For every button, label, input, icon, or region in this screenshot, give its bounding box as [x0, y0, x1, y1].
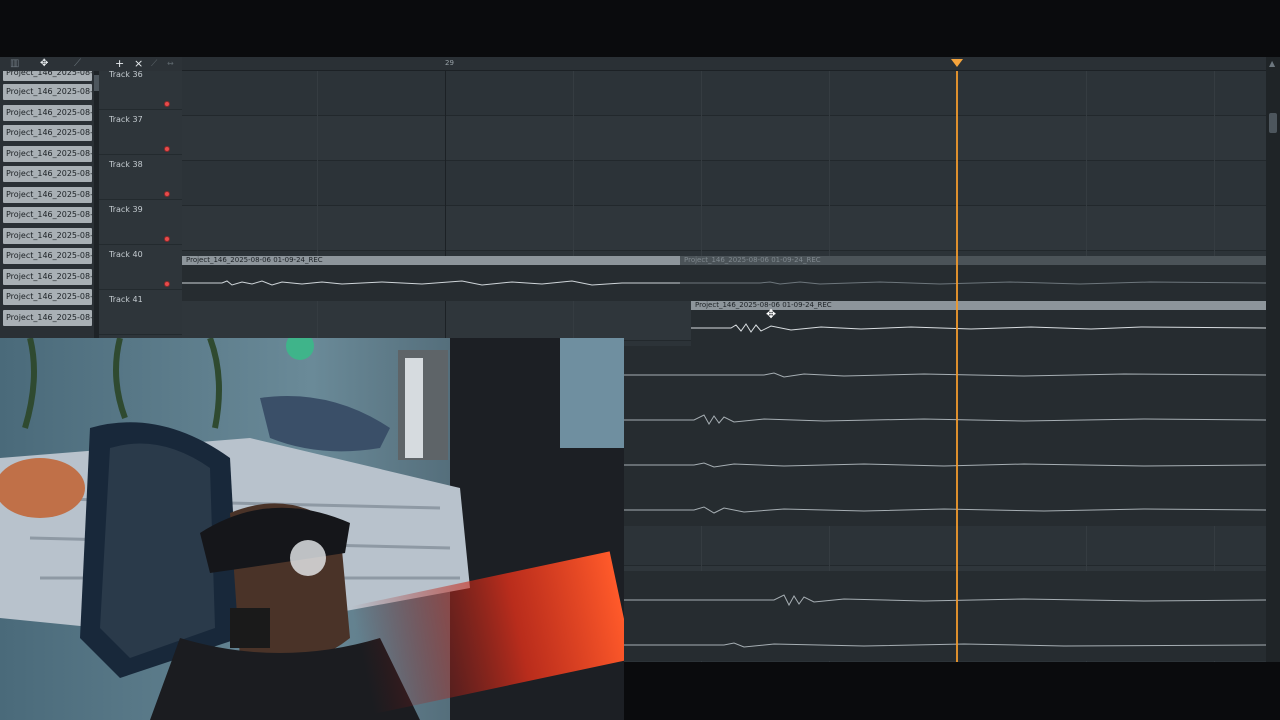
pencil-icon[interactable]: ⟋: [74, 58, 81, 70]
track-name: Track 41: [109, 295, 143, 304]
record-arm-icon[interactable]: [164, 281, 170, 287]
waveform: [182, 280, 680, 286]
browser-clip-item[interactable]: Project_146_2025-08-06_: [3, 187, 92, 203]
add-track-button[interactable]: +: [115, 57, 124, 71]
browser-clip-item[interactable]: Project_146_2025-08-06_: [3, 71, 92, 81]
browser-clip-item[interactable]: Project_146_2025-08-06_: [3, 310, 92, 326]
track-lane[interactable]: [182, 206, 1266, 251]
top-letterbox: [0, 0, 1280, 57]
audio-clip-ghost[interactable]: Project_146_2025-08-06 01-09-24_REC: [680, 256, 1266, 301]
waveform: [691, 323, 1266, 333]
audio-clip[interactable]: [624, 481, 1266, 526]
scroll-up-icon[interactable]: ▲: [1269, 59, 1275, 68]
timeline-ruler[interactable]: 29: [182, 57, 1266, 71]
browser-clip-item[interactable]: Project_146_2025-08-06_: [3, 207, 92, 223]
audio-clip[interactable]: [624, 391, 1266, 436]
waveform: [680, 281, 1266, 285]
clip-title: Project_146_2025-08-06 01-09-24_REC: [182, 256, 680, 265]
track-name: Track 40: [109, 250, 143, 259]
playhead-marker-icon[interactable]: [951, 59, 963, 67]
browser-clip-item[interactable]: Project_146_2025-08-06_: [3, 269, 92, 285]
track-header[interactable]: Track 40: [99, 245, 182, 290]
scroll-thumb[interactable]: [1269, 113, 1277, 133]
audio-clip[interactable]: [624, 571, 1266, 616]
waveform: [624, 642, 1266, 648]
webcam-feed-image: [0, 338, 624, 720]
bar-number-label: 29: [445, 59, 454, 67]
clip-title: Project_146_2025-08-06 01-09-24_REC: [680, 256, 1266, 265]
track-headers: Track 36 Track 37 Track 38 Track 39 Trac…: [99, 71, 182, 338]
track-name: Track 39: [109, 205, 143, 214]
waveform: [624, 372, 1266, 378]
record-arm-icon[interactable]: [164, 101, 170, 107]
record-arm-icon[interactable]: [164, 191, 170, 197]
record-arm-icon[interactable]: [164, 236, 170, 242]
screen: ▥ ✥ ⟋ Project_146_2025-08-06_ Project_14…: [0, 0, 1280, 720]
record-arm-icon[interactable]: [164, 146, 170, 152]
audio-clip[interactable]: [624, 346, 1266, 391]
browser-clip-item[interactable]: Project_146_2025-08-06_: [3, 125, 92, 141]
waveform: [624, 506, 1266, 514]
waveform: [624, 414, 1266, 425]
browser-clip-item[interactable]: Project_146_2025-08-06_: [3, 248, 92, 264]
playlist-toolbar: + × ⟋ ↔: [99, 57, 182, 71]
track-lane[interactable]: [182, 71, 1266, 116]
track-name: Track 36: [109, 71, 143, 79]
browser-clip-item[interactable]: Project_146_2025-08-06_: [3, 84, 92, 100]
clip-title: Project_146_2025-08-06 01-09-24_REC: [691, 301, 1266, 310]
folder-icon[interactable]: ▥: [10, 58, 19, 70]
pencil-icon[interactable]: ⟋: [151, 57, 157, 71]
track-header[interactable]: Track 36: [99, 71, 182, 110]
track-header[interactable]: Track 37: [99, 110, 182, 155]
audio-clip[interactable]: [624, 616, 1266, 661]
audio-clip[interactable]: Project_146_2025-08-06 01-09-24_REC: [182, 256, 680, 301]
audio-clip[interactable]: Project_146_2025-08-06 01-09-24_REC: [691, 301, 1266, 346]
arrows-icon[interactable]: ↔: [167, 57, 174, 71]
track-name: Track 38: [109, 160, 143, 169]
playhead-line[interactable]: [956, 71, 958, 662]
track-lane[interactable]: [182, 116, 1266, 161]
audio-clip[interactable]: [624, 436, 1266, 481]
track-header[interactable]: Track 38: [99, 155, 182, 200]
webcam-overlay: [0, 338, 624, 720]
mouse-cursor-icon: ✥: [766, 307, 777, 321]
browser-clip-item[interactable]: Project_146_2025-08-06_: [3, 228, 92, 244]
browser-clip-item[interactable]: Project_146_2025-08-06_: [3, 289, 92, 305]
close-button[interactable]: ×: [134, 57, 143, 71]
track-header[interactable]: Track 39: [99, 200, 182, 245]
browser-clip-item[interactable]: Project_146_2025-08-06_: [3, 166, 92, 182]
track-lane[interactable]: [182, 161, 1266, 206]
waveform: [624, 462, 1266, 468]
track-name: Track 37: [109, 115, 143, 124]
track-header[interactable]: Track 41: [99, 290, 182, 335]
waveform: [624, 594, 1266, 607]
move-icon[interactable]: ✥: [40, 58, 48, 70]
playlist-scrollbar[interactable]: ▲: [1266, 57, 1280, 662]
browser-toolbar: ▥ ✥ ⟋: [0, 57, 99, 71]
browser-clip-item[interactable]: Project_146_2025-08-06_: [3, 105, 92, 121]
browser-clip-item[interactable]: Project_146_2025-08-06_: [3, 146, 92, 162]
browser-clip-list[interactable]: Project_146_2025-08-06_ Project_146_2025…: [0, 71, 99, 338]
